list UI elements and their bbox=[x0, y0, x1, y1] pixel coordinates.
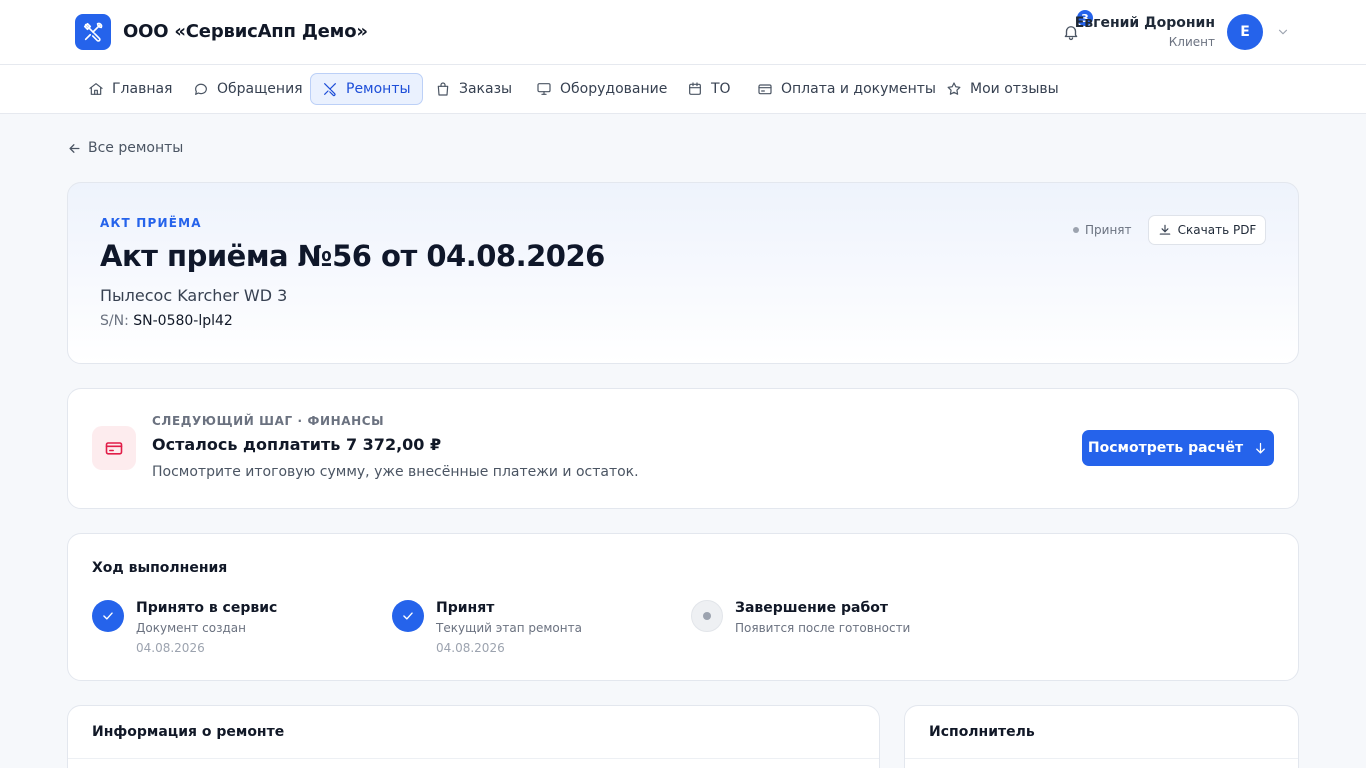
nav-item-label: ТО bbox=[711, 81, 731, 97]
check-icon bbox=[403, 612, 413, 620]
page-title: Акт приёма №56 от 04.08.2026 bbox=[100, 239, 605, 273]
executor-title: Исполнитель bbox=[929, 724, 1035, 740]
download-pdf-label: Скачать PDF bbox=[1177, 223, 1257, 237]
step-subtitle: Появится после готовности bbox=[735, 621, 911, 635]
view-calculation-button[interactable]: Посмотреть расчёт bbox=[1082, 430, 1274, 466]
avatar[interactable]: E bbox=[1227, 14, 1263, 50]
payment-icon-box bbox=[92, 426, 136, 470]
step-date: 04.08.2026 bbox=[136, 641, 205, 655]
step-done-indicator bbox=[392, 600, 424, 632]
executor-card: Исполнитель bbox=[904, 705, 1299, 768]
step-date: 04.08.2026 bbox=[436, 641, 505, 655]
back-link-label: Все ремонты bbox=[88, 140, 184, 156]
next-step-label: СЛЕДУЮЩИЙ ШАГ · ФИНАНСЫ bbox=[152, 414, 385, 428]
progress-card: Ход выполнения Принято в сервис Документ… bbox=[67, 533, 1299, 681]
status-dot bbox=[1073, 227, 1079, 233]
step-title: Принято в сервис bbox=[136, 600, 278, 616]
nav-item-orders[interactable]: Заказы bbox=[424, 73, 523, 105]
tools-icon bbox=[324, 83, 336, 97]
serial-number-value: SN-0580-lpl42 bbox=[133, 313, 233, 329]
step-subtitle: Текущий этап ремонта bbox=[436, 621, 582, 635]
chevron-down-icon[interactable] bbox=[1276, 25, 1290, 39]
top-bar: ООО «СервисАпп Демо» 3 Евгений Доронин К… bbox=[0, 0, 1366, 65]
progress-title: Ход выполнения bbox=[92, 560, 228, 576]
nav-item-label: Обращения bbox=[217, 81, 303, 97]
document-type-label: АКТ ПРИЁМА bbox=[100, 216, 202, 230]
logo[interactable] bbox=[75, 14, 111, 50]
divider bbox=[905, 758, 1298, 759]
star-icon bbox=[947, 82, 961, 95]
card-icon bbox=[758, 84, 772, 95]
calendar-icon bbox=[689, 82, 701, 95]
nav-item-appeals[interactable]: Обращения bbox=[182, 73, 314, 105]
tools-logo-icon bbox=[83, 22, 103, 42]
nav-item-payments[interactable]: Оплата и документы bbox=[746, 73, 947, 105]
serial-number: S/N: SN-0580-lpl42 bbox=[100, 313, 233, 329]
nav-item-label: Оплата и документы bbox=[781, 81, 936, 97]
step-pending-indicator bbox=[691, 600, 723, 632]
bag-icon bbox=[437, 82, 449, 96]
step-title: Принят bbox=[436, 600, 495, 616]
next-step-title: Осталось доплатить 7 372,00 ₽ bbox=[152, 435, 442, 454]
serial-number-label: S/N: bbox=[100, 313, 129, 329]
arrow-left-icon bbox=[69, 143, 80, 153]
repair-info-title: Информация о ремонте bbox=[92, 724, 285, 740]
pending-dot-icon bbox=[703, 612, 711, 620]
device-name: Пылесос Karcher WD 3 bbox=[100, 286, 288, 305]
user-role: Клиент bbox=[1168, 35, 1215, 49]
nav-item-home[interactable]: Главная bbox=[77, 73, 183, 105]
monitor-icon bbox=[537, 83, 551, 95]
repair-info-card: Информация о ремонте bbox=[67, 705, 880, 768]
divider bbox=[68, 758, 879, 759]
main-nav: Главная Обращения Ремонты Заказы Оборудо… bbox=[0, 65, 1366, 114]
company-name: ООО «СервисАпп Демо» bbox=[123, 21, 368, 42]
nav-item-label: Ремонты bbox=[346, 81, 411, 97]
nav-item-repairs[interactable]: Ремонты bbox=[310, 73, 423, 105]
nav-item-equipment[interactable]: Оборудование bbox=[525, 73, 678, 105]
back-link[interactable]: Все ремонты bbox=[67, 138, 183, 158]
progress-step: Принято в сервис Документ создан 04.08.2… bbox=[92, 600, 372, 670]
nav-item-label: Главная bbox=[112, 81, 173, 97]
chat-icon bbox=[195, 83, 207, 95]
document-header-card: АКТ ПРИЁМА Акт приёма №56 от 04.08.2026 … bbox=[67, 182, 1299, 364]
download-pdf-button[interactable]: Скачать PDF bbox=[1148, 215, 1266, 245]
status-badge: Принят bbox=[1073, 223, 1132, 237]
home-icon bbox=[89, 83, 103, 95]
view-calculation-label: Посмотреть расчёт bbox=[1087, 440, 1244, 456]
nav-item-label: Оборудование bbox=[560, 81, 668, 97]
step-done-indicator bbox=[92, 600, 124, 632]
nav-item-label: Мои отзывы bbox=[970, 81, 1059, 97]
user-name[interactable]: Евгений Доронин bbox=[1075, 15, 1215, 31]
step-title: Завершение работ bbox=[735, 600, 888, 616]
nav-item-reviews[interactable]: Мои отзывы bbox=[935, 73, 1070, 105]
step-subtitle: Документ создан bbox=[136, 621, 246, 635]
status-label: Принят bbox=[1085, 223, 1132, 237]
next-step-description: Посмотрите итоговую сумму, уже внесённые… bbox=[152, 464, 639, 480]
download-icon bbox=[1159, 224, 1170, 235]
check-icon bbox=[103, 612, 113, 620]
nav-item-maintenance[interactable]: ТО bbox=[676, 73, 742, 105]
nav-item-label: Заказы bbox=[459, 81, 513, 97]
credit-card-icon bbox=[105, 442, 123, 455]
next-step-card: СЛЕДУЮЩИЙ ШАГ · ФИНАНСЫ Осталось доплати… bbox=[67, 388, 1299, 509]
arrow-down-icon bbox=[1256, 442, 1265, 453]
progress-step: Принят Текущий этап ремонта 04.08.2026 bbox=[392, 600, 672, 670]
progress-step: Завершение работ Появится после готовнос… bbox=[691, 600, 971, 670]
